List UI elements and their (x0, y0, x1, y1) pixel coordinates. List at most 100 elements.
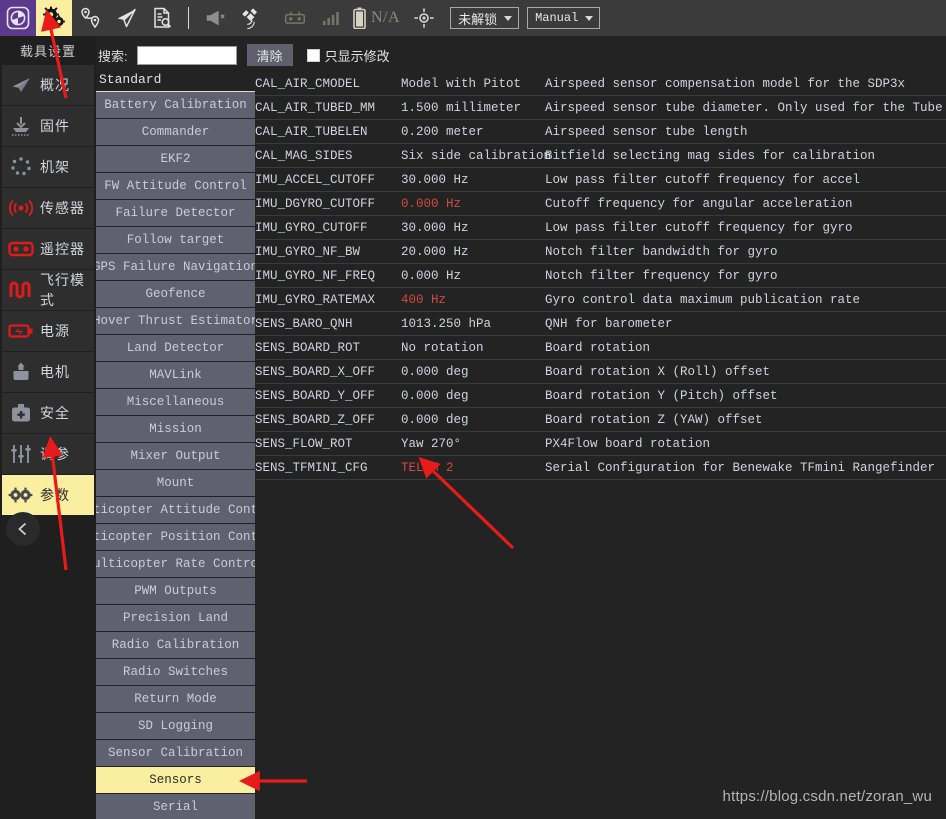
sidebar-collapse-button[interactable] (6, 512, 40, 546)
table-row[interactable]: SENS_BARO_QNH1013.250 hPaQNH for baromet… (255, 312, 946, 336)
parameter-value: 30.000 Hz (401, 173, 545, 187)
parameter-group-item[interactable]: Return Mode (96, 686, 255, 712)
table-row[interactable]: SENS_BOARD_Y_OFF0.000 degBoard rotation … (255, 384, 946, 408)
table-row[interactable]: SENS_BOARD_ROTNo rotationBoard rotation (255, 336, 946, 360)
sidebar-item-label: 调参 (40, 444, 70, 464)
battery-icon[interactable] (349, 0, 369, 36)
parameter-group-item[interactable]: Failure Detector (96, 200, 255, 226)
sidebar-title: 载具设置 (0, 36, 96, 65)
parameter-group-item[interactable]: Hover Thrust Estimator (96, 308, 255, 334)
parameter-group-item[interactable]: Land Detector (96, 335, 255, 361)
parameter-group-item[interactable]: Commander (96, 119, 255, 145)
parameter-group-item[interactable]: Serial (96, 794, 255, 819)
parameter-group-item[interactable]: MAVLink (96, 362, 255, 388)
sidebar-item-3[interactable]: 机架 (2, 147, 94, 187)
qgroundcontrol-window: N/A 未解锁 Manual 载具设置 概况固件机架传感器遥控器飞行模式电源电机… (0, 0, 946, 819)
parameter-group-item[interactable]: Follow target (96, 227, 255, 253)
parameter-group-item[interactable]: Multicopter Position Control (96, 524, 255, 550)
parameter-value: 0.000 deg (401, 413, 545, 427)
parameter-group-item[interactable]: Sensors (96, 767, 255, 793)
qgc-logo-icon[interactable] (0, 0, 36, 36)
parameter-name: SENS_TFMINI_CFG (255, 461, 401, 475)
table-row[interactable]: CAL_AIR_CMODELModel with PitotAirspeed s… (255, 72, 946, 96)
table-row[interactable]: SENS_BOARD_Z_OFF0.000 degBoard rotation … (255, 408, 946, 432)
parameter-name: CAL_MAG_SIDES (255, 149, 401, 163)
parameter-group-item[interactable]: Battery Calibration (96, 92, 255, 118)
clear-search-button[interactable]: 清除 (247, 44, 293, 66)
rc-controller-icon[interactable] (277, 0, 313, 36)
parameter-name: CAL_AIR_CMODEL (255, 77, 401, 91)
parameter-group-item[interactable]: Geofence (96, 281, 255, 307)
parameter-group-item[interactable]: Miscellaneous (96, 389, 255, 415)
table-row[interactable]: SENS_TFMINI_CFGTELEM 2Serial Configurati… (255, 456, 946, 480)
sidebar-item-label: 遥控器 (40, 239, 85, 259)
sidebar-item-4[interactable]: 传感器 (2, 188, 94, 228)
parameter-group-item[interactable]: Precision Land (96, 605, 255, 631)
parameter-description: Board rotation Z (YAW) offset (545, 413, 946, 427)
table-row[interactable]: SENS_FLOW_ROTYaw 270°PX4Flow board rotat… (255, 432, 946, 456)
parameter-group-item[interactable]: Radio Calibration (96, 632, 255, 658)
parameter-value: 0.000 Hz (401, 197, 545, 211)
show-modified-toggle[interactable]: 只显示修改 (307, 46, 390, 65)
parameter-description: Gyro control data maximum publication ra… (545, 293, 946, 307)
show-modified-checkbox[interactable] (307, 49, 320, 62)
parameter-group-item[interactable]: Mixer Output (96, 443, 255, 469)
parameter-group-list: Battery CalibrationCommanderEKF2FW Attit… (96, 92, 255, 819)
table-row[interactable]: CAL_AIR_TUBED_MM1.500 millimeterAirspeed… (255, 96, 946, 120)
table-row[interactable]: IMU_GYRO_NF_FREQ0.000 HzNotch filter fre… (255, 264, 946, 288)
parameter-group-item[interactable]: Radio Switches (96, 659, 255, 685)
radio-controller-icon (8, 236, 34, 262)
sidebar-item-11[interactable]: 参数 (2, 475, 94, 515)
sidebar-item-8[interactable]: 电机 (2, 352, 94, 392)
parameter-name: SENS_FLOW_ROT (255, 437, 401, 451)
table-row[interactable]: IMU_GYRO_NF_BW20.000 HzNotch filter band… (255, 240, 946, 264)
analyze-document-icon[interactable] (144, 0, 180, 36)
parameter-value: No rotation (401, 341, 545, 355)
arm-state-dropdown[interactable]: 未解锁 (450, 7, 519, 29)
sidebar-item-10[interactable]: 调参 (2, 434, 94, 474)
sidebar-item-2[interactable]: 固件 (2, 106, 94, 146)
parameter-description: Low pass filter cutoff frequency for acc… (545, 173, 946, 187)
crosshair-target-icon[interactable] (406, 0, 442, 36)
parameter-group-item[interactable]: SD Logging (96, 713, 255, 739)
table-row[interactable]: IMU_GYRO_CUTOFF30.000 HzLow pass filter … (255, 216, 946, 240)
satellite-gps-icon[interactable] (233, 0, 269, 36)
table-row[interactable]: IMU_GYRO_RATEMAX400 HzGyro control data … (255, 288, 946, 312)
table-row[interactable]: IMU_ACCEL_CUTOFF30.000 HzLow pass filter… (255, 168, 946, 192)
parameter-description: Airspeed sensor tube length (545, 125, 946, 139)
parameter-group-item[interactable]: Multicopter Rate Control (96, 551, 255, 577)
table-row[interactable]: SENS_BOARD_X_OFF0.000 degBoard rotation … (255, 360, 946, 384)
parameter-group-item[interactable]: GPS Failure Navigation (96, 254, 255, 280)
plan-waypoint-icon[interactable] (72, 0, 108, 36)
parameter-group-item[interactable]: Sensor Calibration (96, 740, 255, 766)
sidebar-item-7[interactable]: 电源 (2, 311, 94, 351)
parameter-name: SENS_BOARD_Z_OFF (255, 413, 401, 427)
sidebar-item-6[interactable]: 飞行模式 (2, 270, 94, 310)
fly-paperplane-icon[interactable] (108, 0, 144, 36)
parameter-description: Low pass filter cutoff frequency for gyr… (545, 221, 946, 235)
parameter-group-item[interactable]: Multicopter Attitude Control (96, 497, 255, 523)
table-row[interactable]: CAL_AIR_TUBELEN0.200 meterAirspeed senso… (255, 120, 946, 144)
parameter-group-item[interactable]: FW Attitude Control (96, 173, 255, 199)
parameter-group-item[interactable]: Mount (96, 470, 255, 496)
parameter-name: IMU_GYRO_NF_BW (255, 245, 401, 259)
sidebar-item-9[interactable]: 安全 (2, 393, 94, 433)
megaphone-mute-icon[interactable] (197, 0, 233, 36)
sidebar-item-5[interactable]: 遥控器 (2, 229, 94, 269)
search-input[interactable] (137, 46, 237, 65)
parameter-value: 1.500 millimeter (401, 101, 545, 115)
table-row[interactable]: CAL_MAG_SIDESSix side calibrationBitfiel… (255, 144, 946, 168)
flight-mode-dropdown[interactable]: Manual (527, 7, 600, 29)
parameter-group-item[interactable]: EKF2 (96, 146, 255, 172)
telemetry-signal-icon[interactable] (313, 0, 349, 36)
parameter-group-item[interactable]: PWM Outputs (96, 578, 255, 604)
gear-settings-icon[interactable] (36, 0, 72, 36)
parameter-table[interactable]: CAL_AIR_CMODELModel with PitotAirspeed s… (255, 72, 946, 819)
table-row[interactable]: IMU_DGYRO_CUTOFF0.000 HzCutoff frequency… (255, 192, 946, 216)
parameter-group-item[interactable]: Mission (96, 416, 255, 442)
sidebar-item-label: 电源 (40, 321, 70, 341)
sidebar-item-1[interactable]: 概况 (2, 65, 94, 105)
safety-briefcase-icon (8, 400, 34, 426)
parameter-group-column[interactable]: Standard Battery CalibrationCommanderEKF… (96, 72, 255, 819)
parameter-value: Six side calibration (401, 149, 545, 163)
